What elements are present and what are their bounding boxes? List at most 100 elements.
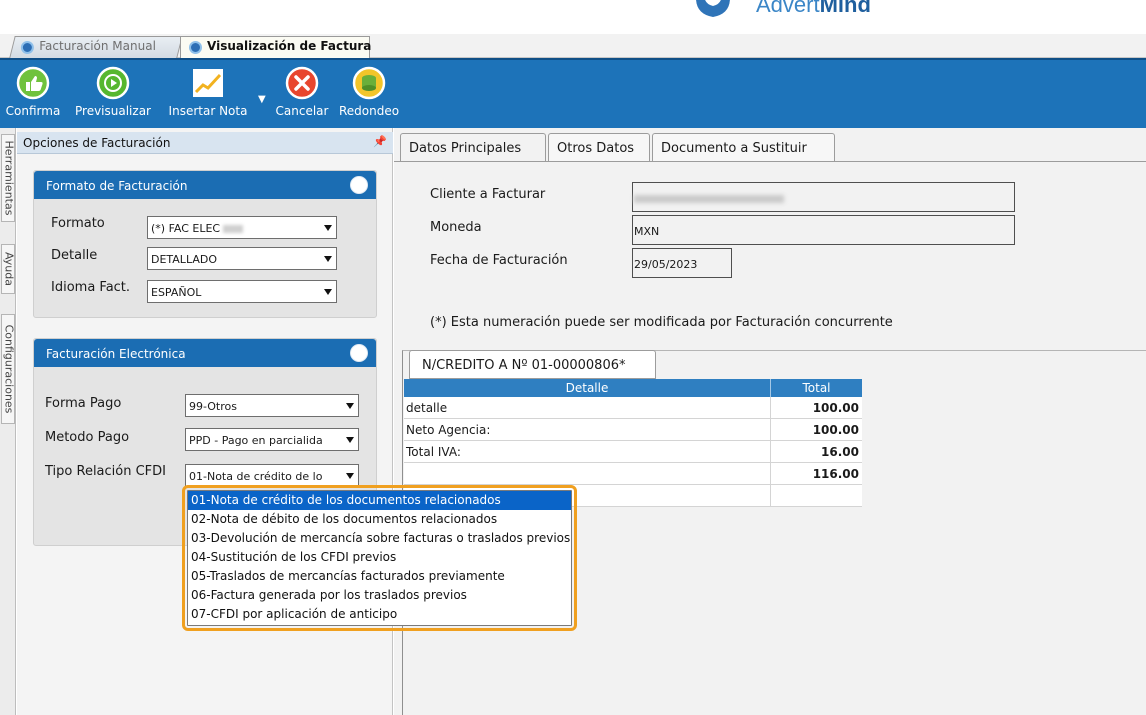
column-header-total[interactable]: Total bbox=[771, 379, 862, 397]
coins-icon bbox=[352, 66, 386, 100]
opciones-facturacion-panel: Opciones de Facturación 📌 Formato de Fac… bbox=[17, 128, 393, 715]
side-tab-configuraciones[interactable]: Configuraciones bbox=[1, 314, 16, 424]
dropdown-option[interactable]: 07-CFDI por aplicación de anticipo bbox=[188, 605, 571, 624]
tab-divider bbox=[394, 161, 1146, 162]
detalle-select[interactable]: DETALLADO bbox=[147, 247, 337, 270]
moneda-value: MXN bbox=[634, 225, 660, 238]
side-tab-label: Ayuda bbox=[2, 252, 16, 286]
tab-nota-credito[interactable]: N/CREDITO A Nº 01-00000806* bbox=[409, 350, 656, 379]
group-title: Formato de Facturación bbox=[46, 179, 188, 193]
tab-label: N/CREDITO A Nº 01-00000806* bbox=[422, 358, 626, 373]
tab-label: Datos Principales bbox=[409, 141, 522, 156]
cell-total: 16.00 bbox=[821, 445, 859, 459]
pin-icon[interactable]: 📌 bbox=[373, 135, 387, 148]
previsualizar-button[interactable]: Previsualizar bbox=[72, 66, 154, 118]
redacted-client-name bbox=[634, 195, 784, 203]
advertmind-logo: AdvertMind bbox=[690, 0, 930, 22]
tab-globe-icon bbox=[189, 41, 202, 54]
fecha-field[interactable]: 29/05/2023 bbox=[632, 248, 732, 278]
panel-header: Opciones de Facturación 📌 bbox=[17, 132, 393, 154]
metodo-pago-value: PPD - Pago en parcialida bbox=[189, 434, 323, 447]
confirma-button[interactable]: Confirma bbox=[4, 66, 62, 118]
forma-pago-select[interactable]: 99-Otros bbox=[185, 394, 359, 417]
formato-select[interactable]: (*) FAC ELEC bbox=[147, 216, 337, 239]
insertar-nota-button[interactable]: Insertar Nota bbox=[164, 66, 252, 118]
tipo-relacion-value: 01-Nota de crédito de lo bbox=[189, 470, 323, 483]
panel-title: Opciones de Facturación bbox=[23, 136, 171, 150]
insertar-nota-label: Insertar Nota bbox=[168, 104, 248, 118]
dropdown-option[interactable]: 06-Factura generada por los traslados pr… bbox=[188, 586, 571, 605]
logo-text: AdvertMind bbox=[756, 0, 871, 17]
grid-header: Detalle Total bbox=[404, 379, 862, 397]
dropdown-option[interactable]: 03-Devolución de mercancía sobre factura… bbox=[188, 529, 571, 548]
group-title: Facturación Electrónica bbox=[46, 347, 186, 361]
collapse-circle-icon[interactable] bbox=[350, 344, 368, 362]
chevron-down-icon bbox=[341, 395, 358, 416]
moneda-field[interactable]: MXN bbox=[632, 215, 1015, 245]
logo-mark-icon bbox=[696, 0, 730, 17]
chevron-down-icon bbox=[319, 281, 336, 302]
forma-pago-label: Forma Pago bbox=[45, 396, 122, 411]
detalle-value: DETALLADO bbox=[151, 253, 217, 266]
play-icon bbox=[96, 66, 130, 100]
tipo-relacion-select[interactable]: 01-Nota de crédito de lo bbox=[185, 464, 359, 487]
table-row[interactable]: 116.00 bbox=[404, 463, 862, 485]
cell-total: 100.00 bbox=[812, 401, 859, 415]
cancelar-label: Cancelar bbox=[275, 104, 329, 118]
side-tabs: Herramientas Ayuda Configuraciones bbox=[0, 128, 16, 715]
tab-label: Facturación Manual bbox=[39, 39, 156, 53]
thumbs-up-icon bbox=[16, 66, 50, 100]
datos-panel: Datos Principales Otros Datos Documento … bbox=[394, 128, 1146, 715]
table-row[interactable]: Neto Agencia: 100.00 bbox=[404, 419, 862, 441]
chevron-down-icon bbox=[319, 217, 336, 238]
cell-total: 100.00 bbox=[812, 423, 859, 437]
cancelar-button[interactable]: Cancelar bbox=[270, 66, 334, 118]
side-tab-label: Configuraciones bbox=[2, 324, 16, 414]
side-tab-label: Herramientas bbox=[2, 140, 16, 216]
side-tab-ayuda[interactable]: Ayuda bbox=[1, 244, 16, 294]
table-row[interactable]: detalle 100.00 bbox=[404, 397, 862, 419]
detalle-grid: Detalle Total detalle 100.00 Neto Agenci… bbox=[404, 379, 862, 507]
tipo-relacion-label: Tipo Relación CFDI bbox=[45, 464, 166, 479]
tab-documento-sustituir[interactable]: Documento a Sustituir bbox=[652, 133, 835, 161]
trend-chart-icon bbox=[193, 69, 223, 97]
formato-value: (*) FAC ELEC bbox=[151, 222, 221, 235]
idioma-select[interactable]: ESPAÑOL bbox=[147, 280, 337, 303]
document-tabs: Facturación Manual Visualización de Fact… bbox=[0, 34, 1146, 58]
moneda-label: Moneda bbox=[430, 220, 482, 235]
column-header-detalle[interactable]: Detalle bbox=[404, 379, 771, 397]
cell-detalle bbox=[404, 463, 771, 484]
tab-globe-icon bbox=[20, 41, 34, 54]
cell-detalle: Total IVA: bbox=[404, 441, 771, 462]
redacted-mark bbox=[223, 225, 244, 233]
cliente-field[interactable] bbox=[632, 182, 1015, 212]
chevron-down-icon bbox=[341, 429, 358, 450]
collapse-circle-icon[interactable] bbox=[350, 176, 368, 194]
insertar-nota-dropdown-icon[interactable]: ▼ bbox=[258, 94, 266, 105]
tab-otros-datos[interactable]: Otros Datos bbox=[548, 133, 650, 161]
dropdown-option[interactable]: 02-Nota de débito de los documentos rela… bbox=[188, 510, 571, 529]
confirma-label: Confirma bbox=[5, 104, 61, 118]
toolbar: Confirma Previsualizar Insertar Nota ▼ C… bbox=[0, 58, 1146, 128]
dropdown-option[interactable]: 01-Nota de crédito de los documentos rel… bbox=[188, 491, 571, 510]
detalle-label: Detalle bbox=[51, 248, 98, 263]
tab-datos-principales[interactable]: Datos Principales bbox=[400, 133, 546, 161]
metodo-pago-select[interactable]: PPD - Pago en parcialida bbox=[185, 428, 359, 451]
redondeo-button[interactable]: Redondeo bbox=[338, 66, 400, 118]
tipo-relacion-dropdown-list: 01-Nota de crédito de los documentos rel… bbox=[182, 485, 577, 631]
tab-visualizacion-factura[interactable]: Visualización de Factura bbox=[180, 36, 372, 58]
cell-total: 116.00 bbox=[812, 467, 859, 481]
formato-label: Formato bbox=[51, 216, 105, 231]
tab-label: Visualización de Factura bbox=[207, 39, 372, 53]
tab-label: Documento a Sustituir bbox=[661, 141, 807, 156]
group-header: Facturación Electrónica bbox=[34, 339, 376, 367]
dropdown-option[interactable]: 05-Traslados de mercancías facturados pr… bbox=[188, 567, 571, 586]
tab-facturacion-manual[interactable]: Facturación Manual bbox=[9, 36, 183, 58]
table-row[interactable]: Total IVA: 16.00 bbox=[404, 441, 862, 463]
redondeo-label: Redondeo bbox=[338, 104, 400, 118]
idioma-value: ESPAÑOL bbox=[151, 286, 202, 299]
side-tab-herramientas[interactable]: Herramientas bbox=[1, 134, 16, 222]
dropdown-option[interactable]: 04-Sustitución de los CFDI previos bbox=[188, 548, 571, 567]
cell-detalle: Neto Agencia: bbox=[404, 419, 771, 440]
tab-label: Otros Datos bbox=[557, 141, 635, 156]
